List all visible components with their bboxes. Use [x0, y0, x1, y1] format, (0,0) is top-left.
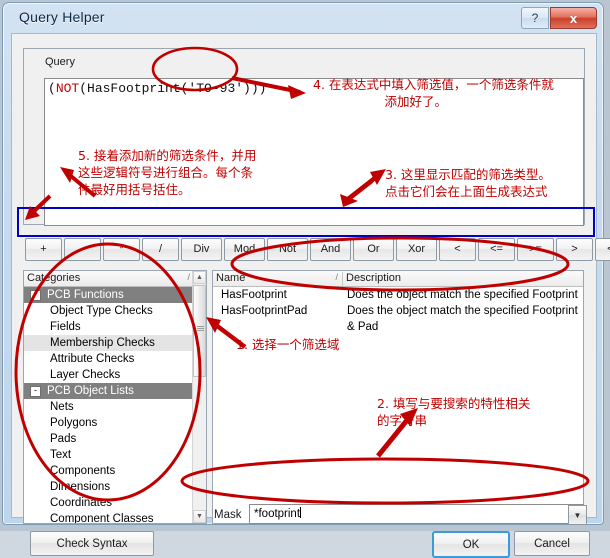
tree-node-label: Text	[50, 449, 72, 461]
operator-button-or[interactable]: Or	[353, 237, 394, 261]
tree-node-label: Attribute Checks	[50, 353, 135, 365]
tree-item-pads[interactable]: Pads	[24, 431, 193, 447]
categories-column-header[interactable]: Categories	[24, 272, 195, 286]
categories-scrollbar[interactable]: ▲ ▼	[192, 271, 206, 523]
tree-item-nets[interactable]: Nets	[24, 399, 193, 415]
query-group-label: Query	[42, 56, 78, 68]
tree-group-pcb-object-lists[interactable]: - PCB Object Lists	[24, 383, 193, 399]
operator-button-multiply[interactable]: *	[103, 237, 140, 261]
operator-button-less-or-equal[interactable]: <=	[478, 237, 515, 261]
query-expression-text: (NOT(HasFootprint('TO-93')))	[48, 81, 266, 96]
operator-button-divide[interactable]: /	[142, 237, 179, 261]
expander-icon[interactable]: -	[30, 289, 41, 301]
chevron-down-icon: ▼	[573, 510, 582, 520]
tree-item-fields[interactable]: Fields	[24, 319, 193, 335]
tree-node-label: Fields	[50, 321, 81, 333]
tree-node-label: Nets	[50, 401, 74, 413]
operator-button-not-equal[interactable]: <>	[595, 237, 610, 261]
tree-node-label: Components	[50, 465, 116, 477]
tree-item-text[interactable]: Text	[24, 447, 193, 463]
tree-node-label: PCB Functions	[47, 289, 124, 301]
mask-label: Mask	[214, 509, 242, 521]
tree-node-label: Dimensions	[50, 481, 111, 493]
tree-node-label: Object Type Checks	[50, 305, 153, 317]
tree-item-attribute-checks[interactable]: Attribute Checks	[24, 351, 193, 367]
mask-value: *footprint	[254, 508, 301, 520]
table-row[interactable]: HasFootprintPad Does the object match th…	[213, 303, 583, 333]
operator-toolbar: + - * / Div Mod Not And Or Xor < <= >= >…	[23, 236, 610, 262]
description-column-header[interactable]: Description	[343, 272, 585, 286]
cancel-button[interactable]: Cancel	[514, 531, 590, 556]
scroll-up-icon[interactable]: ▲	[193, 271, 206, 284]
tree-node-label: Membership Checks	[50, 337, 155, 349]
operator-button-mod[interactable]: Mod	[224, 237, 265, 261]
scrollbar-grip-icon	[197, 326, 204, 331]
operator-button-div[interactable]: Div	[181, 237, 222, 261]
query-groupbox: Query (NOT(HasFootprint('TO-93')))	[23, 48, 585, 226]
table-row[interactable]: HasFootprint Does the object match the s…	[213, 287, 583, 303]
tree-item-polygons[interactable]: Polygons	[24, 415, 193, 431]
screenshot-root: Query Helper ? x Query (NOT(HasFootprint…	[0, 0, 610, 558]
expression-suffix: (HasFootprint('TO-93')))	[79, 81, 267, 96]
tree-item-dimensions[interactable]: Dimensions	[24, 479, 193, 495]
operator-button-minus[interactable]: -	[64, 237, 101, 261]
categories-panel: Categories / - PCB Functions Object Type …	[23, 270, 207, 524]
operator-button-plus[interactable]: +	[25, 237, 62, 261]
title-bar: Query Helper ? x	[3, 3, 603, 33]
name-sort-icon: /	[335, 272, 338, 282]
tree-node-label: Pads	[50, 433, 77, 445]
mask-dropdown-button[interactable]: ▼	[568, 505, 587, 525]
categories-sort-icon: /	[187, 272, 190, 282]
functions-header: Name / Description	[213, 271, 583, 287]
functions-rows: HasFootprint Does the object match the s…	[213, 287, 583, 333]
ok-button[interactable]: OK	[432, 531, 510, 558]
expander-icon[interactable]: -	[30, 385, 41, 397]
function-name: HasFootprint	[221, 289, 287, 301]
tree-item-membership-checks[interactable]: Membership Checks	[24, 335, 193, 351]
functions-panel: Name / Description HasFootprint Does the…	[212, 270, 584, 524]
expression-keyword-not: NOT	[55, 81, 80, 96]
query-expression-input[interactable]: (NOT(HasFootprint('TO-93')))	[44, 78, 584, 226]
function-name: HasFootprintPad	[221, 305, 308, 317]
tree-item-object-type-checks[interactable]: Object Type Checks	[24, 303, 193, 319]
operator-button-greater-than[interactable]: >	[556, 237, 593, 261]
close-button[interactable]: x	[550, 7, 597, 29]
tree-node-label: Component Classes	[50, 513, 154, 523]
categories-header: Categories /	[24, 271, 206, 287]
tree-item-component-classes[interactable]: Component Classes	[24, 511, 193, 523]
caption-button-group: ? x	[521, 7, 597, 29]
function-description: Does the object match the specified Foot…	[347, 289, 578, 301]
mask-input[interactable]: *footprint	[249, 504, 584, 524]
dialog-client-area: Query (NOT(HasFootprint('TO-93'))) + - *…	[11, 33, 610, 558]
tree-group-pcb-functions[interactable]: - PCB Functions	[24, 287, 193, 303]
function-description: Does the object match the specified Foot…	[347, 305, 578, 333]
expression-prefix: (	[48, 81, 56, 96]
text-caret	[300, 507, 302, 518]
tree-node-label: Layer Checks	[50, 369, 121, 381]
tree-node-label: Polygons	[50, 417, 98, 429]
operator-button-and[interactable]: And	[310, 237, 351, 261]
scrollbar-thumb[interactable]	[193, 285, 206, 377]
operator-button-less-than[interactable]: <	[439, 237, 476, 261]
tree-node-label: PCB Object Lists	[47, 385, 134, 397]
query-helper-window: Query Helper ? x Query (NOT(HasFootprint…	[2, 2, 610, 558]
categories-tree[interactable]: - PCB Functions Object Type Checks Fields…	[24, 287, 193, 523]
tree-item-layer-checks[interactable]: Layer Checks	[24, 367, 193, 383]
check-syntax-button[interactable]: Check Syntax	[30, 531, 154, 556]
operator-button-greater-or-equal[interactable]: >=	[517, 237, 554, 261]
scroll-down-icon[interactable]: ▼	[193, 510, 206, 523]
help-button[interactable]: ?	[521, 7, 549, 29]
operator-button-not[interactable]: Not	[267, 237, 308, 261]
name-column-header[interactable]: Name	[213, 272, 343, 286]
window-title: Query Helper	[19, 9, 105, 25]
tree-item-components[interactable]: Components	[24, 463, 193, 479]
operator-button-xor[interactable]: Xor	[396, 237, 437, 261]
tree-node-label: Coordinates	[50, 497, 113, 509]
tree-item-coordinates[interactable]: Coordinates	[24, 495, 193, 511]
